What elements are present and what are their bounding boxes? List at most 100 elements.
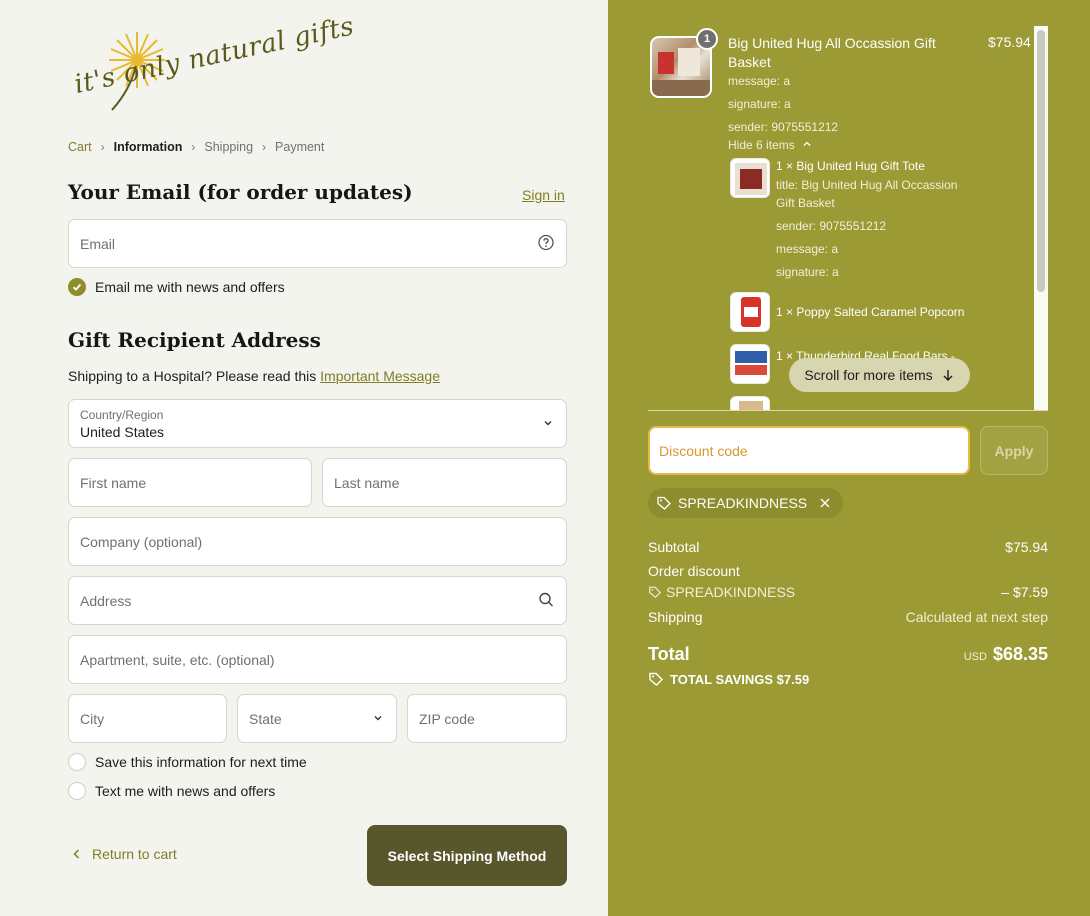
subtotal-value: $75.94	[1005, 539, 1048, 555]
chevron-right-icon: ›	[100, 140, 105, 154]
quantity-badge: 1	[696, 28, 718, 50]
discount-code-row: SPREADKINDNESS – $7.59	[648, 584, 1048, 600]
next-item-thumbnail	[730, 396, 770, 410]
return-to-cart-link[interactable]: Return to cart	[70, 846, 177, 862]
apply-discount-button[interactable]: Apply	[980, 426, 1048, 475]
first-name-field[interactable]: First name	[68, 458, 312, 507]
checkout-form-panel: it's only natural gifts Cart › Informati…	[0, 0, 608, 916]
tag-icon	[649, 672, 663, 686]
item-sender: sender: 9075551212	[728, 120, 839, 134]
sub-item-title: 1 × Poppy Salted Caramel Popcorn	[776, 305, 965, 319]
item-price: $75.94	[988, 34, 1031, 50]
news-checkbox[interactable]	[68, 278, 86, 296]
sub-item-meta: sender: 9075551212	[776, 219, 887, 233]
order-summary-panel: 1 Big United Hug All Occassion Gift Bask…	[608, 0, 1090, 916]
items-scrollbar[interactable]	[1034, 26, 1048, 410]
tag-icon	[657, 496, 671, 510]
sub-item-meta: title: Big United Hug All Occassion Gift…	[776, 178, 958, 210]
total-value: $68.35	[992, 644, 1048, 664]
country-label: Country/Region	[80, 408, 164, 422]
sub-item-meta: signature: a	[776, 265, 839, 279]
close-icon[interactable]	[819, 497, 831, 509]
state-placeholder: State	[249, 710, 282, 727]
breadcrumb-shipping: Shipping	[204, 140, 254, 154]
gift-tote-thumbnail	[730, 158, 770, 198]
tag-icon	[649, 586, 662, 599]
sub-item-meta: message: a	[776, 242, 839, 256]
select-shipping-method-button[interactable]: Select Shipping Method	[367, 825, 567, 886]
scroll-for-more-button[interactable]: Scroll for more items	[789, 358, 970, 392]
news-label: Email me with news and offers	[95, 279, 285, 295]
chevron-left-icon	[73, 849, 80, 859]
country-value: United States	[80, 424, 165, 440]
breadcrumb-information: Information	[113, 140, 183, 154]
zip-field[interactable]: ZIP code	[407, 694, 567, 743]
discount-value: – $7.59	[1001, 584, 1048, 600]
save-info-label: Save this information for next time	[95, 754, 307, 770]
important-message-link[interactable]: Important Message	[320, 368, 440, 384]
state-select[interactable]: State	[237, 694, 397, 743]
brand-logo[interactable]: it's only natural gifts	[70, 11, 357, 120]
subtotal-row: Subtotal $75.94	[648, 539, 1048, 555]
save-info-checkbox[interactable]	[68, 753, 86, 771]
total-amount: USD $68.35	[964, 644, 1048, 665]
hospital-notice: Shipping to a Hospital? Please read this…	[68, 368, 440, 384]
popcorn-thumbnail	[730, 292, 770, 332]
scrollbar-thumb[interactable]	[1037, 30, 1045, 292]
scroll-hint-label: Scroll for more items	[804, 367, 933, 383]
currency-code: USD	[963, 651, 987, 663]
company-field[interactable]: Company (optional)	[68, 517, 567, 566]
breadcrumb: Cart › Information › Shipping › Payment	[68, 140, 324, 154]
savings-label: TOTAL SAVINGS $7.59	[670, 671, 810, 687]
address-field[interactable]: Address	[68, 576, 567, 625]
contact-heading: Your Email (for order updates)	[68, 180, 413, 204]
city-field[interactable]: City	[68, 694, 227, 743]
save-info-row[interactable]: Save this information for next time	[68, 753, 307, 771]
text-news-checkbox[interactable]	[68, 782, 86, 800]
discount-code-detail: SPREADKINDNESS	[648, 584, 1048, 600]
email-field[interactable]: Email	[68, 219, 567, 268]
zip-placeholder: ZIP code	[419, 710, 475, 727]
country-select[interactable]: Country/Region United States	[68, 399, 567, 448]
discount-placeholder: Discount code	[659, 442, 748, 459]
last-name-field[interactable]: Last name	[322, 458, 567, 507]
chevron-right-icon: ›	[262, 140, 267, 154]
help-icon[interactable]	[538, 234, 554, 253]
search-icon	[538, 591, 554, 610]
discount-code-input[interactable]: Discount code	[648, 426, 970, 475]
order-items-list[interactable]: 1 Big United Hug All Occassion Gift Bask…	[648, 26, 1048, 410]
applied-code: SPREADKINDNESS	[678, 495, 808, 511]
chevron-right-icon: ›	[191, 140, 196, 154]
shipping-value: Calculated at next step	[905, 609, 1048, 625]
divider	[648, 410, 1048, 411]
item-signature: signature: a	[728, 97, 791, 111]
company-placeholder: Company (optional)	[80, 533, 203, 550]
breadcrumb-cart[interactable]: Cart	[68, 140, 92, 154]
item-message: message: a	[728, 74, 791, 88]
email-placeholder: Email	[80, 235, 116, 252]
discount-code-name: SPREADKINDNESS	[666, 584, 796, 600]
apartment-placeholder: Apartment, suite, etc. (optional)	[80, 651, 275, 668]
order-discount-row: Order discount	[648, 563, 1048, 579]
food-bars-thumbnail	[730, 344, 770, 384]
sign-in-link[interactable]: Sign in	[522, 187, 565, 203]
chevron-down-icon	[542, 416, 554, 432]
apartment-field[interactable]: Apartment, suite, etc. (optional)	[68, 635, 567, 684]
text-news-row[interactable]: Text me with news and offers	[68, 782, 275, 800]
city-placeholder: City	[80, 710, 105, 727]
address-heading: Gift Recipient Address	[68, 328, 321, 352]
news-checkbox-row[interactable]: Email me with news and offers	[68, 278, 285, 296]
last-name-placeholder: Last name	[334, 474, 400, 491]
total-label: Total	[648, 644, 690, 664]
shipping-label: Shipping	[648, 609, 703, 625]
shipping-row: Shipping Calculated at next step	[648, 609, 1048, 625]
hide-items-toggle[interactable]: Hide 6 items	[728, 138, 812, 152]
breadcrumb-payment: Payment	[275, 140, 325, 154]
sub-item-title: 1 × Big United Hug Gift Tote	[776, 159, 925, 173]
item-title: Big United Hug All Occassion Gift Basket	[728, 35, 936, 70]
hospital-text: Shipping to a Hospital? Please read this	[68, 368, 317, 384]
total-savings: TOTAL SAVINGS $7.59	[648, 671, 809, 687]
chevron-up-icon	[803, 141, 811, 146]
applied-discount-tag: SPREADKINDNESS	[648, 488, 844, 518]
text-news-label: Text me with news and offers	[95, 783, 276, 799]
